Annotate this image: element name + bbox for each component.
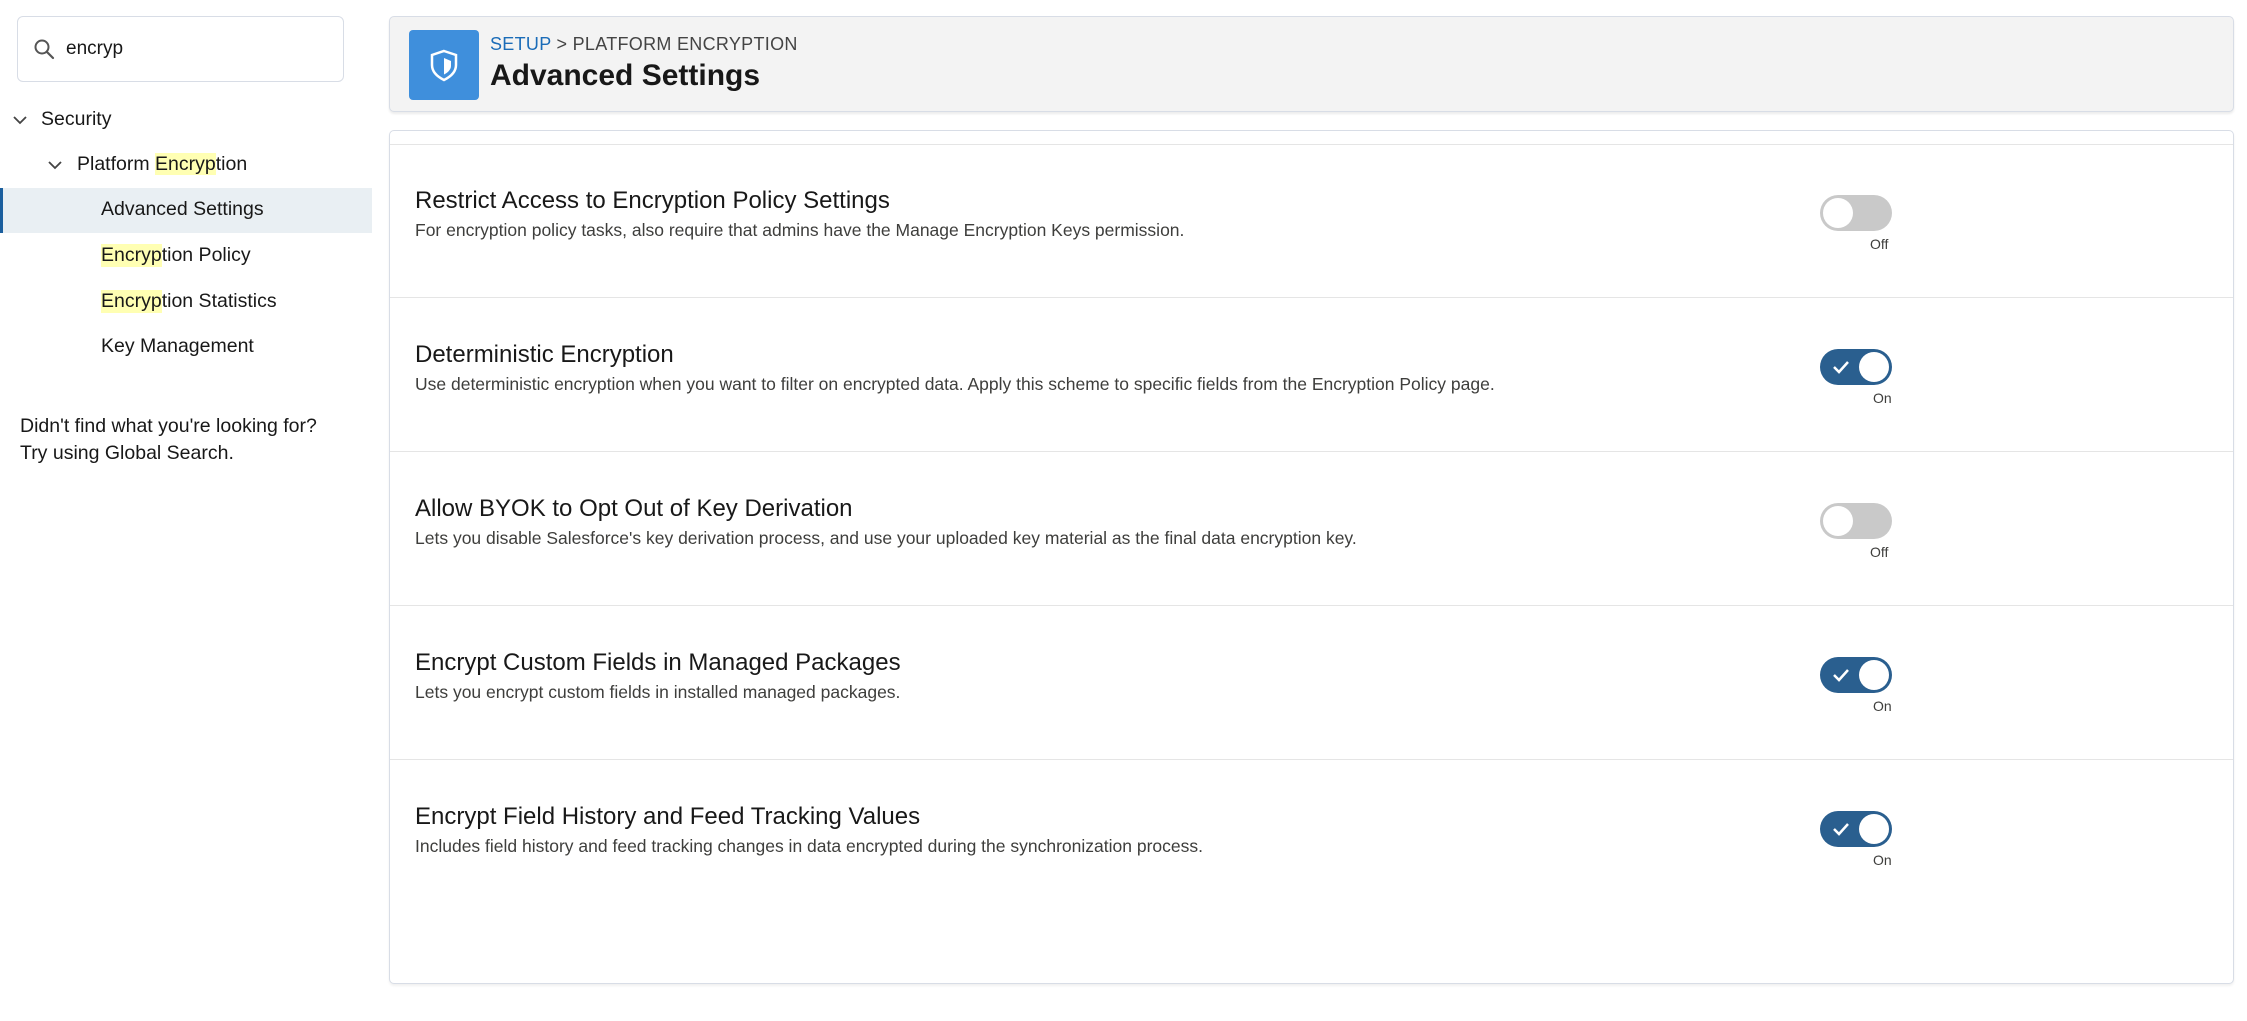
setting-title: Allow BYOK to Opt Out of Key Derivation [415,495,853,522]
checkmark-icon [1833,669,1849,682]
toggle-switch[interactable] [1820,657,1892,693]
setting-description: Lets you encrypt custom fields in instal… [415,682,901,702]
tree-item-label: Security [41,108,112,130]
search-highlight: Encryp [101,290,162,313]
help-text: Didn't find what you're looking for? Try… [20,413,360,467]
toggle-knob [1859,660,1889,690]
setting-description: For encryption policy tasks, also requir… [415,220,1185,240]
setting-title: Restrict Access to Encryption Policy Set… [415,187,890,214]
toggle-knob [1823,506,1853,536]
toggle-knob [1859,352,1889,382]
quick-find-box[interactable] [17,16,344,82]
toggle-knob [1859,814,1889,844]
sidebar: Security Platform Encryption Advanced Se… [0,0,372,1021]
tree-item-advanced-settings[interactable]: Advanced Settings [101,198,264,221]
page-header: SETUP > PLATFORM ENCRYPTION Advanced Set… [389,16,2234,112]
setting-row-deterministic: Deterministic Encryption Use determinist… [390,299,2233,452]
toggle-switch[interactable] [1820,349,1892,385]
search-highlight: Encryp [101,244,162,267]
tree-item-label: Key Management [101,335,254,357]
breadcrumb-current: PLATFORM ENCRYPTION [572,34,798,54]
shield-icon [409,30,479,100]
chevron-down-icon[interactable] [10,110,30,130]
help-line: Didn't find what you're looking for? [20,415,317,437]
tree-item-label: Advanced Settings [101,198,264,220]
setting-description: Includes field history and feed tracking… [415,836,1203,856]
tree-item-security[interactable]: Security [10,108,111,131]
tree-item-platform-encryption[interactable]: Platform Encryption [45,153,247,176]
settings-panel: Restrict Access to Encryption Policy Set… [389,130,2234,984]
toggle-state-label: Off [1870,236,1889,252]
setting-title: Encrypt Field History and Feed Tracking … [415,803,921,830]
tree-item-label: Platform Encryption [77,153,247,176]
chevron-down-icon[interactable] [45,155,65,175]
tree-item-key-management[interactable]: Key Management [101,335,254,358]
breadcrumb: SETUP > PLATFORM ENCRYPTION [490,34,798,55]
setting-title: Encrypt Custom Fields in Managed Package… [415,649,901,676]
setting-description: Lets you disable Salesforce's key deriva… [415,528,1357,548]
toggle-state-label: On [1873,852,1892,868]
toggle-switch[interactable] [1820,503,1892,539]
breadcrumb-link-setup[interactable]: SETUP [490,34,551,54]
tree-item-label: tion Policy [161,244,251,266]
toggle-knob [1823,198,1853,228]
setting-row-byok: Allow BYOK to Opt Out of Key Derivation … [390,453,2233,606]
toggle-state-label: On [1873,698,1892,714]
checkmark-icon [1833,823,1849,836]
breadcrumb-separator: > [556,34,568,54]
setting-row-field-history: Encrypt Field History and Feed Tracking … [390,761,2233,914]
toggle-state-label: Off [1870,544,1889,560]
setting-title: Deterministic Encryption [415,341,674,368]
search-highlight: Encryp [155,153,216,175]
tree-item-encryption-statistics[interactable]: Encryp tion Statistics [101,290,277,313]
help-line: Try using Global Search. [20,442,234,464]
toggle-state-label: On [1873,390,1892,406]
quick-find-input[interactable] [66,38,326,60]
search-icon [34,39,55,60]
toggle-switch[interactable] [1820,195,1892,231]
setting-row-restrict-access: Restrict Access to Encryption Policy Set… [390,145,2233,298]
page-title: Advanced Settings [490,59,761,92]
toggle-switch[interactable] [1820,811,1892,847]
tree-item-encryption-policy[interactable]: Encryp tion Policy [101,244,251,267]
label-text: tion [215,153,248,175]
setting-description: Use deterministic encryption when you wa… [415,374,1495,394]
tree-item-label: tion Statistics [161,290,277,312]
checkmark-icon [1833,361,1849,374]
label-text: Platform [77,153,156,175]
setting-row-managed-packages: Encrypt Custom Fields in Managed Package… [390,607,2233,760]
